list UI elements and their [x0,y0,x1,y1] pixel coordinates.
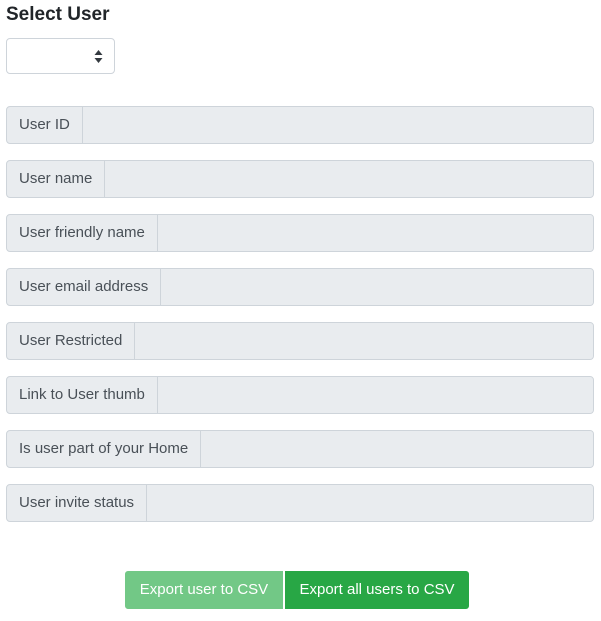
user-invite-status-input[interactable] [147,485,593,521]
field-label: Is user part of your Home [7,431,202,467]
field-label: Link to User thumb [7,377,158,413]
sort-arrows-icon [94,50,103,63]
field-user-home: Is user part of your Home [6,430,594,468]
field-user-thumb: Link to User thumb [6,376,594,414]
field-user-email: User email address [6,268,594,306]
field-user-name: User name [6,160,594,198]
page-title: Select User [6,4,110,25]
user-id-input[interactable] [82,107,593,143]
field-label: User ID [7,107,83,143]
user-restricted-input[interactable] [135,323,593,359]
user-thumb-input[interactable] [157,377,593,413]
page: { "header": { "title": "Select User" }, … [0,0,601,621]
field-user-id: User ID [6,106,594,144]
user-select[interactable] [6,38,115,74]
export-button-group: Export user to CSV Export all users to C… [125,571,469,609]
user-home-input[interactable] [201,431,593,467]
field-label: User email address [7,269,162,305]
export-all-users-button[interactable]: Export all users to CSV [285,571,469,609]
field-user-invite-status: User invite status [6,484,594,522]
user-name-input[interactable] [105,161,593,197]
field-label: User name [7,161,106,197]
user-friendly-name-input[interactable] [157,215,593,251]
field-label: User invite status [7,485,148,521]
export-user-button[interactable]: Export user to CSV [125,571,283,609]
field-label: User Restricted [7,323,136,359]
field-user-friendly-name: User friendly name [6,214,594,252]
user-panel: Select User User ID User name User frien… [6,0,594,538]
user-email-input[interactable] [161,269,593,305]
field-label: User friendly name [7,215,158,251]
user-details-form: User ID User name User friendly name Use… [6,106,594,522]
field-user-restricted: User Restricted [6,322,594,360]
